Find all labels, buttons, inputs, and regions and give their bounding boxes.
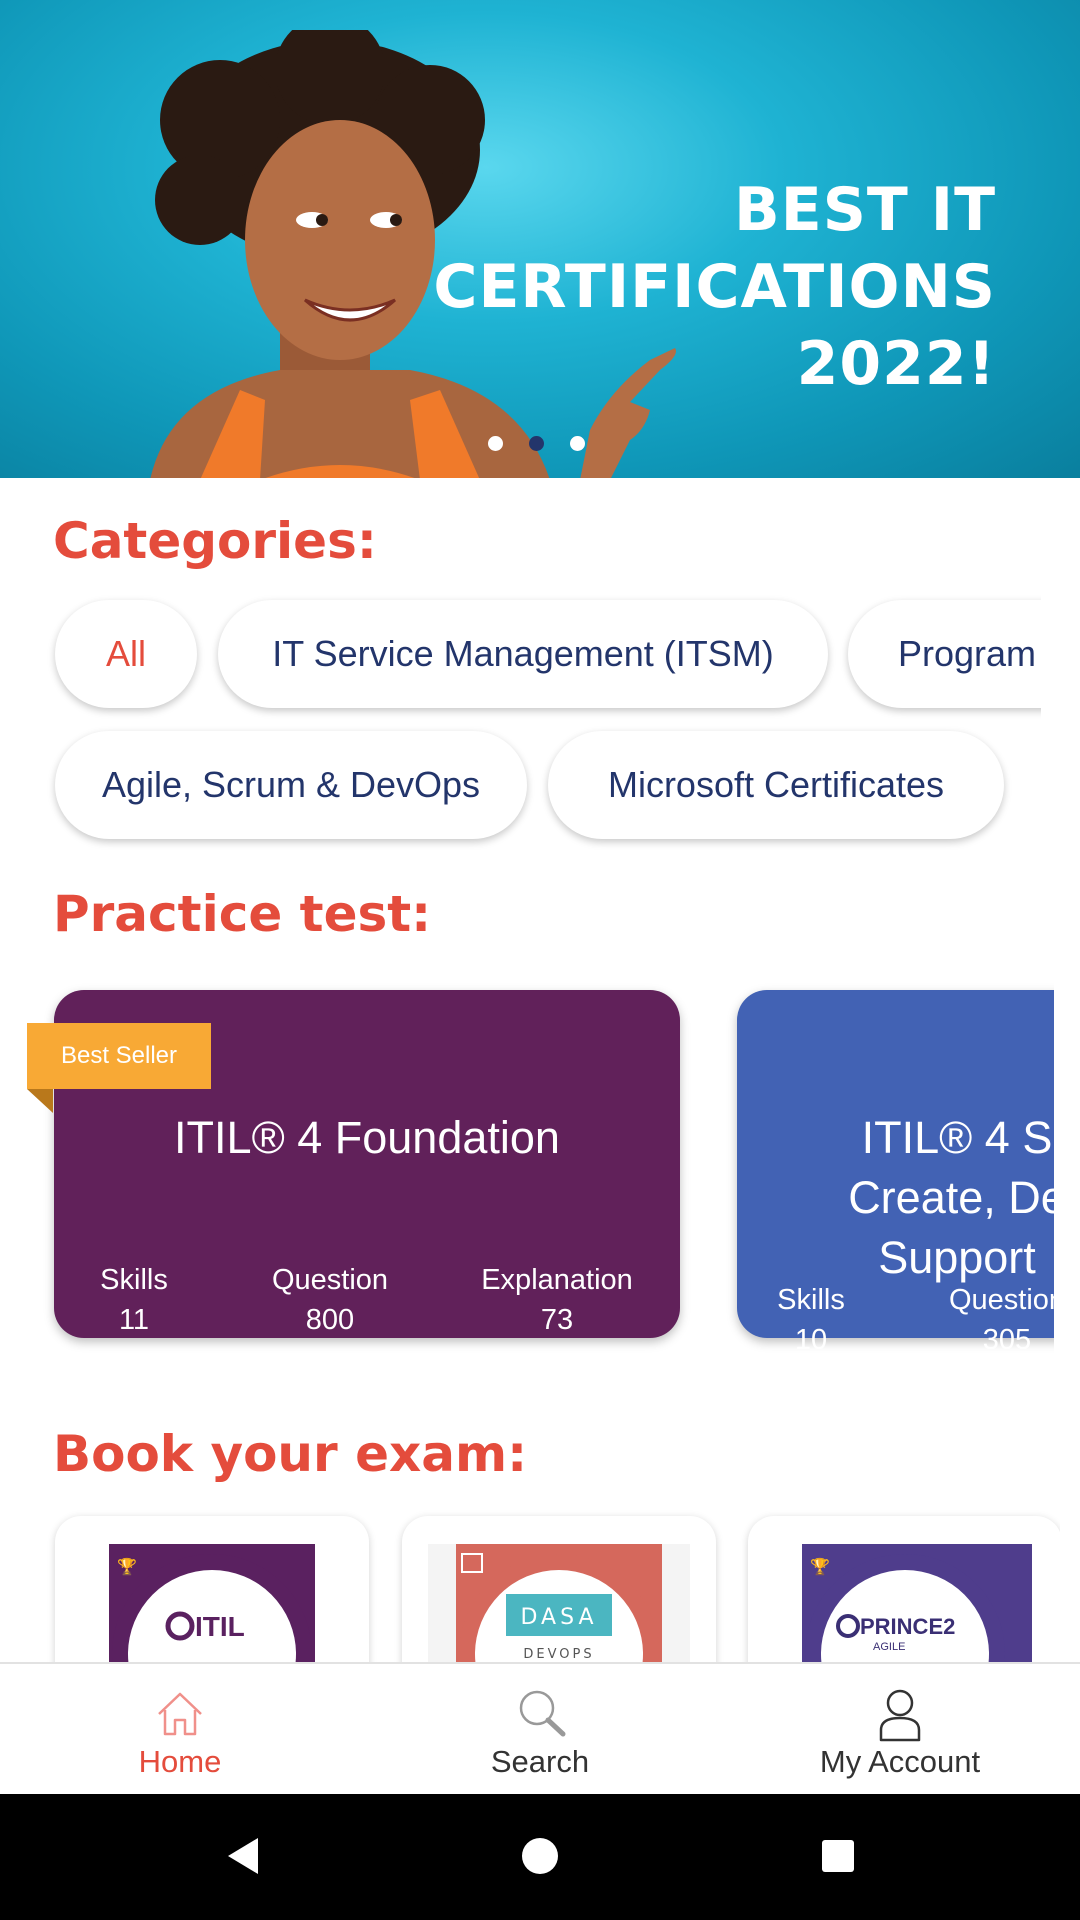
carousel-dot[interactable] bbox=[488, 436, 503, 451]
best-seller-badge: Best Seller bbox=[27, 1023, 211, 1089]
stat-value: 800 bbox=[305, 1304, 355, 1336]
chip-itsm[interactable]: IT Service Management (ITSM) bbox=[218, 600, 828, 708]
prince2-exam-logo: 🏆 PRINCE2 AGILE bbox=[802, 1544, 1032, 1662]
stat-skills: Skills 11 bbox=[84, 1260, 184, 1340]
practice-card-title-line1: ITIL® 4 S bbox=[861, 1112, 1053, 1163]
stat-value: 11 bbox=[118, 1304, 150, 1336]
svg-text:🏆: 🏆 bbox=[117, 1557, 137, 1576]
practice-card-itil4-specialist[interactable]: ITIL® 4 S Create, De Support Skills 10 Q… bbox=[737, 990, 1054, 1356]
banner-headline-line1: BEST IT bbox=[734, 175, 996, 245]
stat-skills: Skills 10 bbox=[761, 1280, 861, 1360]
prince2-logo-subtext: AGILE bbox=[873, 1641, 905, 1653]
itil-exam-logo: 🏆 ITIL bbox=[109, 1544, 315, 1662]
badge-fold-decoration bbox=[27, 1089, 53, 1113]
bottom-navigation: Home Search My Account bbox=[0, 1662, 1080, 1796]
promo-banner[interactable]: BEST IT CERTIFICATIONS 2022! bbox=[0, 0, 1080, 478]
search-icon bbox=[519, 1690, 566, 1737]
stat-value: 10 bbox=[794, 1324, 828, 1356]
carousel-dot-active[interactable] bbox=[529, 436, 544, 451]
practice-test-title: Practice test: bbox=[53, 885, 432, 943]
stat-label: Skills bbox=[777, 1284, 845, 1316]
practice-card-title: ITIL® 4 Foundation bbox=[174, 1112, 560, 1163]
exam-card-dasa-devops[interactable]: DASA DEVOPS bbox=[402, 1516, 716, 1662]
stat-explanation: Explanation 73 bbox=[472, 1260, 642, 1340]
exam-card-itil[interactable]: 🏆 ITIL bbox=[55, 1516, 369, 1662]
carousel-indicator[interactable] bbox=[488, 436, 585, 451]
home-icon bbox=[158, 1692, 202, 1736]
account-icon bbox=[879, 1689, 921, 1742]
practice-card-title-line2: Create, De bbox=[848, 1172, 1054, 1223]
chip-microsoft-certificates[interactable]: Microsoft Certificates bbox=[548, 731, 1004, 839]
nav-home-label: Home bbox=[138, 1744, 222, 1779]
chip-program[interactable]: Program bbox=[848, 600, 1041, 708]
svg-text:🏆: 🏆 bbox=[810, 1557, 830, 1576]
back-icon[interactable] bbox=[222, 1834, 262, 1878]
banner-headline-line2: CERTIFICATIONS bbox=[433, 252, 996, 322]
banner-headline: BEST IT CERTIFICATIONS 2022! bbox=[433, 172, 996, 403]
recents-icon[interactable] bbox=[818, 1834, 858, 1878]
stat-label: Skills bbox=[100, 1264, 168, 1296]
stat-label: Question bbox=[271, 1264, 389, 1296]
stat-question: Question 800 bbox=[250, 1260, 410, 1340]
categories-title: Categories: bbox=[53, 512, 377, 570]
stat-value: 73 bbox=[540, 1304, 574, 1336]
stat-label: Question bbox=[948, 1284, 1054, 1316]
stat-value: 305 bbox=[982, 1324, 1032, 1356]
practice-card-title-line3: Support bbox=[878, 1232, 1036, 1283]
home-circle-icon[interactable] bbox=[520, 1834, 560, 1878]
exam-carousel: 🏆 ITIL DASA DEVOPS 🏆 PRINCE2 AGILE bbox=[0, 1500, 1060, 1662]
nav-my-account-label: My Account bbox=[819, 1744, 981, 1779]
banner-headline-line3: 2022! bbox=[796, 329, 996, 399]
dasa-logo-subtext: DEVOPS bbox=[523, 1647, 594, 1662]
carousel-dot[interactable] bbox=[570, 436, 585, 451]
prince2-logo-text: PRINCE2 bbox=[860, 1614, 955, 1639]
dasa-exam-logo: DASA DEVOPS bbox=[428, 1544, 690, 1662]
nav-search[interactable]: Search bbox=[360, 1664, 720, 1796]
itil-logo-text: ITIL bbox=[195, 1611, 245, 1642]
chip-all[interactable]: All bbox=[55, 600, 197, 708]
category-chips: All IT Service Management (ITSM) Program… bbox=[40, 590, 1041, 850]
exam-card-prince2-agile[interactable]: 🏆 PRINCE2 AGILE bbox=[748, 1516, 1060, 1662]
stat-label: Explanation bbox=[481, 1264, 633, 1296]
stat-question: Question 305 bbox=[927, 1280, 1054, 1360]
nav-home[interactable]: Home bbox=[0, 1664, 360, 1796]
practice-card-title: ITIL® 4 S Create, De Support bbox=[737, 1108, 1054, 1288]
dasa-logo-text: DASA bbox=[520, 1605, 597, 1630]
book-exam-title: Book your exam: bbox=[53, 1425, 528, 1483]
chip-agile-scrum-devops[interactable]: Agile, Scrum & DevOps bbox=[55, 731, 527, 839]
android-navigation-bar bbox=[0, 1794, 1080, 1920]
nav-my-account[interactable]: My Account bbox=[720, 1664, 1080, 1796]
nav-search-label: Search bbox=[490, 1744, 590, 1779]
